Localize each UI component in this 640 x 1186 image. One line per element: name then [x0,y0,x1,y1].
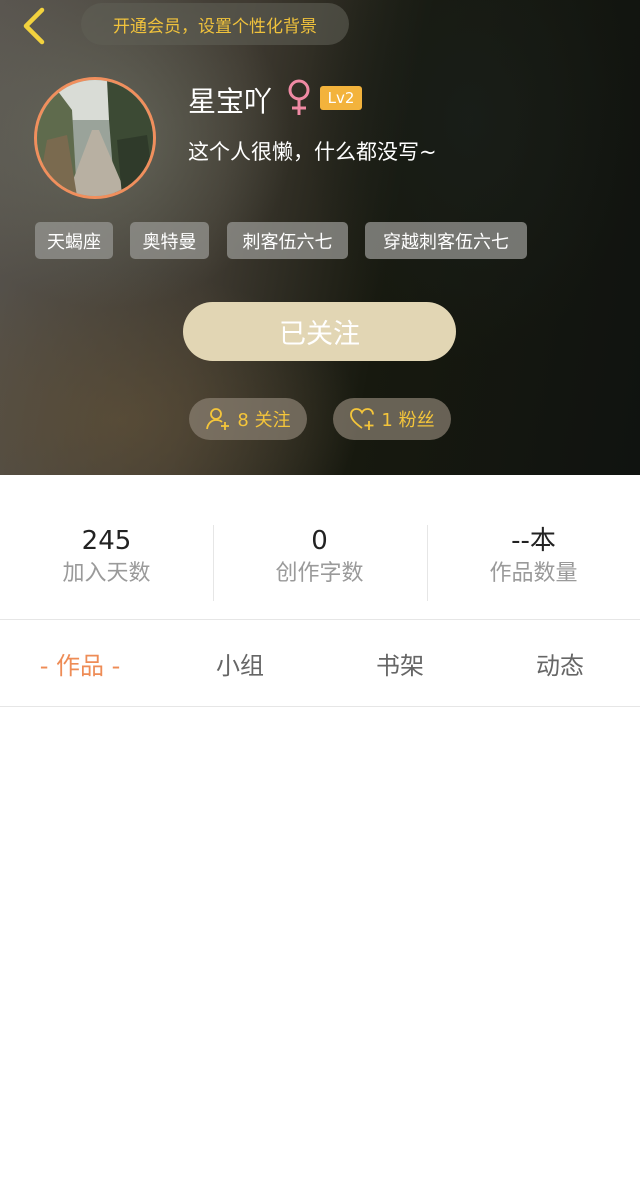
stat-label: 加入天数 [62,561,151,586]
tag-item: 穿越刺客伍六七 [365,222,527,259]
user-bio: 这个人很懒，什么都没写~ [188,140,437,164]
back-button[interactable] [18,6,54,46]
profile-header: 开通会员，设置个性化背景 星宝吖 Lv2 这个人很懒，什么都没写~ 天蝎座 奥特… [0,0,640,475]
user-plus-icon [206,408,230,430]
female-icon [286,78,312,118]
username: 星宝吖 [188,85,273,118]
stat-value: 245 [81,526,132,556]
following-count-button[interactable]: 8 关注 [189,398,307,440]
stat-label: 创作字数 [275,561,364,586]
stat-value: 0 [311,526,328,556]
tag-item: 奥特曼 [130,222,209,259]
tab-activity[interactable]: 动态 [480,620,640,706]
tab-bookshelf[interactable]: 书架 [320,620,480,706]
stats-row: 245 加入天数 0 创作字数 --本 作品数量 [0,475,640,620]
tab-works[interactable]: - 作品 - [0,620,160,706]
fans-count-button[interactable]: 1 粉丝 [333,398,451,440]
profile-tabs: - 作品 - 小组 书架 动态 [0,620,640,707]
follow-button[interactable]: 已关注 [183,302,456,361]
avatar[interactable] [34,77,156,199]
tab-groups[interactable]: 小组 [160,620,320,706]
vip-background-banner[interactable]: 开通会员，设置个性化背景 [81,3,349,45]
tag-item: 天蝎座 [35,222,113,259]
stat-join-days: 245 加入天数 [0,525,213,591]
fans-count: 1 粉丝 [381,410,435,431]
vip-banner-text: 开通会员，设置个性化背景 [113,16,317,37]
chevron-left-icon [23,7,45,45]
stat-label: 作品数量 [489,561,578,586]
level-badge: Lv2 [320,86,362,110]
heart-plus-icon [350,408,375,430]
stat-value: --本 [511,526,556,556]
stat-works-count: --本 作品数量 [427,525,640,591]
avatar-photo [37,80,153,196]
tag-item: 刺客伍六七 [227,222,348,259]
stat-word-count: 0 创作字数 [213,525,426,591]
following-count: 8 关注 [237,410,291,431]
